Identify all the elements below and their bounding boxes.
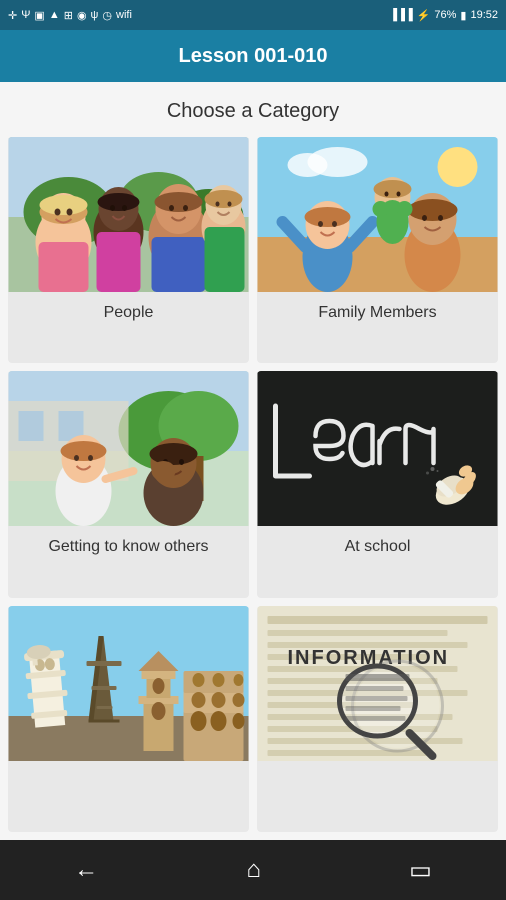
category-card-people[interactable]: People: [8, 137, 249, 363]
category-card-family[interactable]: Family Members: [257, 137, 498, 363]
category-image-family: [257, 137, 498, 292]
battery-icon: ▮: [460, 9, 466, 22]
usb-icon: Ψ: [21, 9, 30, 21]
category-label-landmarks: [8, 761, 249, 805]
status-bar: ✛ Ψ ▣ ▲ ⊞ ◉ ψ ◷ wifi ▐▐▐ ⚡ 76% ▮ 19:52: [0, 0, 506, 30]
wifi-icon: wifi: [116, 9, 132, 21]
recent-icon: ▭: [409, 856, 432, 885]
circle-icon: ◉: [77, 9, 87, 22]
category-card-information[interactable]: INFORMATION: [257, 606, 498, 832]
category-image-getting: [8, 371, 249, 526]
upload-icon: ▲: [49, 9, 60, 21]
lightning-icon: ⚡: [417, 9, 431, 22]
status-icons-right: ▐▐▐ ⚡ 76% ▮ 19:52: [389, 9, 498, 22]
header-title: Lesson 001-010: [179, 45, 328, 68]
hearing-icon: ψ: [91, 9, 99, 21]
clock-icon: ◷: [102, 9, 112, 22]
category-grid: People: [0, 137, 506, 840]
main-content: Choose a Category: [0, 82, 506, 840]
photo-icon: ▣: [34, 9, 44, 22]
back-button[interactable]: ←: [54, 848, 118, 892]
category-label-people: People: [8, 292, 249, 336]
category-label-getting: Getting to know others: [8, 526, 249, 570]
battery-percentage: 76%: [434, 9, 456, 21]
back-icon: ←: [74, 856, 98, 884]
recent-apps-button[interactable]: ▭: [389, 848, 452, 893]
status-icons-left: ✛ Ψ ▣ ▲ ⊞ ◉ ψ ◷ wifi: [8, 9, 132, 22]
home-button[interactable]: ⌂: [226, 848, 281, 892]
category-label-information: [257, 761, 498, 805]
choose-category-title: Choose a Category: [0, 82, 506, 137]
category-image-people: [8, 137, 249, 292]
category-label-school: At school: [257, 526, 498, 570]
qr-icon: ⊞: [64, 9, 73, 22]
category-card-school[interactable]: At school: [257, 371, 498, 597]
home-icon: ⌂: [246, 856, 261, 884]
category-image-landmarks: [8, 606, 249, 761]
category-image-information: INFORMATION: [257, 606, 498, 761]
app-header: Lesson 001-010: [0, 30, 506, 82]
category-label-family: Family Members: [257, 292, 498, 336]
time-display: 19:52: [470, 9, 498, 21]
plus-icon: ✛: [8, 9, 17, 22]
navigation-bar: ← ⌂ ▭: [0, 840, 506, 900]
category-card-landmarks[interactable]: [8, 606, 249, 832]
signal-icon: ▐▐▐: [389, 9, 412, 21]
category-card-getting[interactable]: Getting to know others: [8, 371, 249, 597]
category-image-school: [257, 371, 498, 526]
